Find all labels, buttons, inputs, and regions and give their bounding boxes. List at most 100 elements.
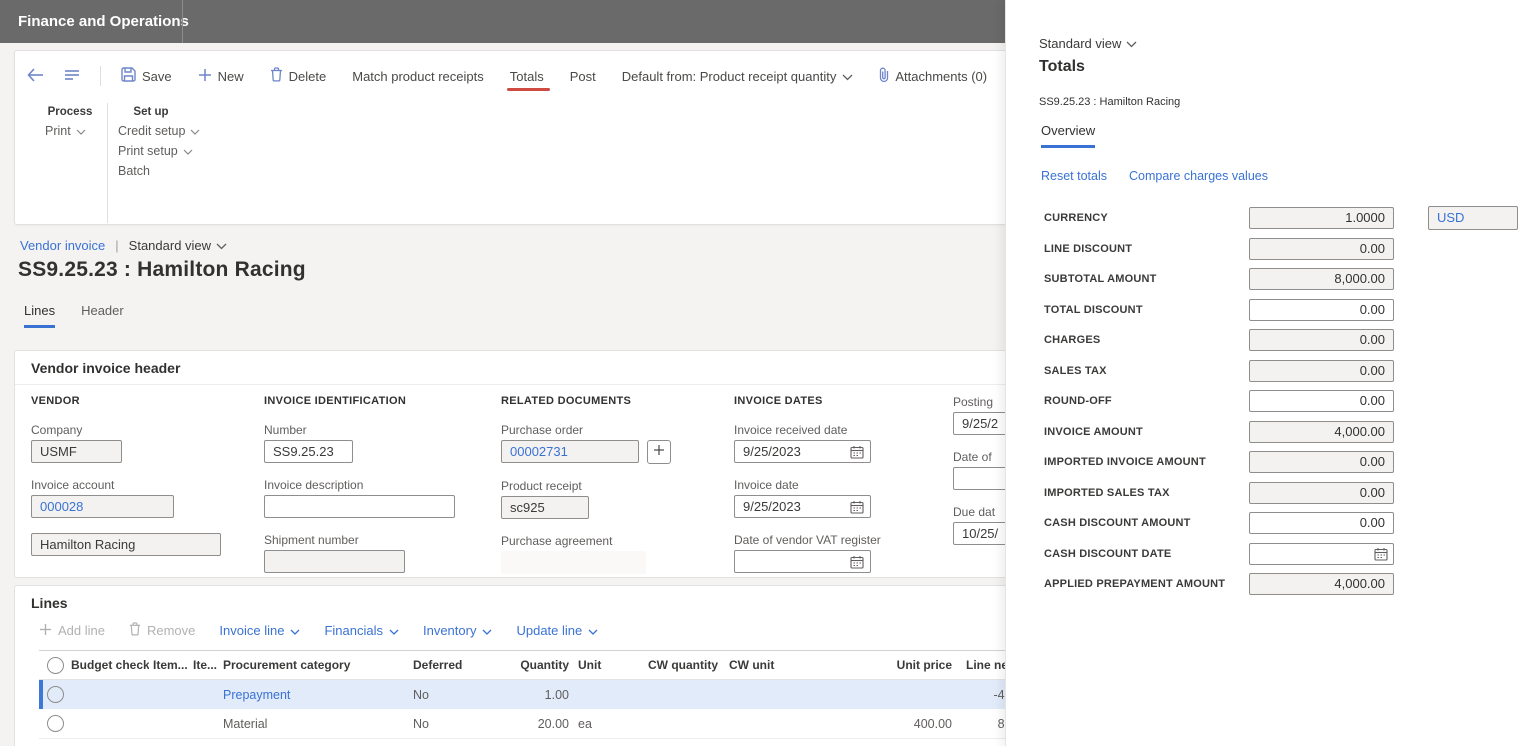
- cell-deferred: No: [413, 716, 429, 731]
- col-procurement-category[interactable]: Procurement category: [219, 658, 409, 672]
- calendar-icon[interactable]: [850, 444, 864, 465]
- calendar-icon[interactable]: [850, 554, 864, 575]
- collapse-pane-button[interactable]: [64, 69, 80, 84]
- purchase-order-label: Purchase order: [501, 423, 584, 437]
- total-discount-label: TOTAL DISCOUNT: [1044, 303, 1143, 316]
- cash-discount-date-field[interactable]: [1249, 542, 1394, 567]
- purchase-agreement-field: [501, 551, 646, 574]
- attachments-button[interactable]: Attachments (0): [879, 67, 987, 86]
- field-row-cash-discount-date: CASH DISCOUNT DATE: [1044, 542, 1514, 567]
- vendor-group-header: VENDOR: [31, 395, 80, 407]
- totals-button[interactable]: Totals: [506, 69, 550, 91]
- panel-view-selector[interactable]: Standard view: [1039, 36, 1137, 51]
- col-item[interactable]: Item...: [149, 658, 189, 672]
- new-label: New: [217, 68, 244, 84]
- credit-setup-menu[interactable]: Credit setup: [118, 124, 200, 138]
- cell-unit-price: 400.00: [913, 716, 952, 731]
- match-product-receipts-button[interactable]: Match product receipts: [352, 69, 484, 84]
- col-quantity[interactable]: Quantity: [509, 658, 571, 672]
- cell-procurement-category[interactable]: Material: [219, 717, 409, 731]
- cash-discount-amount-label: CASH DISCOUNT AMOUNT: [1044, 517, 1191, 529]
- col-cw-unit[interactable]: CW unit: [720, 658, 791, 672]
- select-all-radio[interactable]: [39, 656, 67, 674]
- panel-view-selector-label: Standard view: [1039, 36, 1122, 51]
- invoice-received-date-label: Invoice received date: [734, 423, 848, 437]
- row-radio[interactable]: [39, 715, 67, 732]
- calendar-icon[interactable]: [850, 499, 864, 520]
- default-from-menu[interactable]: Default from: Product receipt quantity: [622, 69, 854, 84]
- batch-menu[interactable]: Batch: [118, 164, 150, 178]
- chevron-down-icon: [76, 124, 86, 138]
- topbar-divider: [182, 0, 183, 43]
- field-row-cash-discount-amount: CASH DISCOUNT AMOUNT 0.00: [1044, 512, 1514, 534]
- back-button[interactable]: [27, 67, 44, 85]
- radio-icon: [47, 656, 64, 674]
- delete-button[interactable]: Delete: [270, 67, 326, 85]
- page-title: SS9.25.23 : Hamilton Racing: [18, 258, 306, 281]
- tab-lines[interactable]: Lines: [24, 303, 56, 328]
- invoice-account-field[interactable]: 000028: [31, 495, 174, 518]
- subtotal-amount-field: 8,000.00: [1249, 268, 1394, 290]
- currency-code-link[interactable]: USD: [1437, 210, 1464, 225]
- chevron-down-icon: [482, 623, 492, 638]
- remove-line-button[interactable]: Remove: [129, 622, 195, 639]
- trash-icon: [270, 67, 283, 85]
- invoice-date-field[interactable]: 9/25/2023: [734, 495, 871, 518]
- field-row-invoice-amount: INVOICE AMOUNT 4,000.00: [1044, 420, 1514, 443]
- field-row-applied-prepayment-amount: APPLIED PREPAYMENT AMOUNT 4,000.00: [1044, 573, 1514, 595]
- plus-icon: [198, 68, 212, 85]
- invoice-account-label: Invoice account: [31, 478, 115, 492]
- col-unit-price[interactable]: Unit price: [791, 658, 954, 672]
- add-line-button[interactable]: Add line: [39, 623, 105, 639]
- imported-sales-tax-label: IMPORTED SALES TAX: [1044, 486, 1170, 499]
- pane-menu-icon: [64, 69, 80, 84]
- panel-title: Totals: [1039, 58, 1085, 75]
- vat-register-date-field[interactable]: [734, 550, 871, 573]
- invoice-received-date-field[interactable]: 9/25/2023: [734, 440, 871, 463]
- invoice-line-menu[interactable]: Invoice line: [219, 623, 300, 638]
- view-selector[interactable]: Standard view: [129, 238, 227, 253]
- cell-deferred: No: [413, 687, 429, 702]
- col-budget-check[interactable]: Budget check r...: [67, 658, 149, 672]
- field-row-sales-tax: SALES TAX 0.00: [1044, 359, 1514, 382]
- field-row-total-discount: TOTAL DISCOUNT 0.00: [1044, 298, 1514, 321]
- save-button[interactable]: Save: [121, 67, 172, 85]
- new-button[interactable]: New: [198, 68, 244, 85]
- add-purchase-order-button[interactable]: [647, 440, 671, 464]
- field-row-charges: CHARGES 0.00: [1044, 329, 1514, 351]
- col-deferred[interactable]: Deferred: [409, 658, 509, 672]
- tab-header[interactable]: Header: [81, 303, 124, 328]
- col-cw-quantity[interactable]: CW quantity: [641, 658, 720, 672]
- total-discount-field[interactable]: 0.00: [1249, 298, 1394, 321]
- print-setup-menu[interactable]: Print setup: [118, 144, 193, 158]
- field-row-round-off: ROUND-OFF 0.00: [1044, 390, 1514, 412]
- vat-register-date-label: Date of vendor VAT register: [734, 533, 881, 547]
- tab-overview[interactable]: Overview: [1041, 123, 1096, 148]
- radio-icon: [47, 715, 64, 732]
- col-unit[interactable]: Unit: [571, 658, 641, 672]
- calendar-icon[interactable]: [1374, 547, 1388, 567]
- number-field[interactable]: SS9.25.23: [264, 440, 353, 463]
- red-underline-annotation: [506, 87, 550, 91]
- financials-line-menu[interactable]: Financials: [324, 623, 399, 638]
- vendor-field-group: VENDOR Company USMF Invoice account 0000…: [31, 395, 221, 571]
- cell-procurement-category[interactable]: Prepayment: [219, 688, 409, 702]
- inventory-menu[interactable]: Inventory: [423, 623, 492, 638]
- charges-label: CHARGES: [1044, 334, 1101, 346]
- subtotal-amount-label: SUBTOTAL AMOUNT: [1044, 273, 1157, 285]
- invoice-description-field[interactable]: [264, 495, 455, 518]
- purchase-order-field[interactable]: 00002731: [501, 440, 639, 463]
- trash-icon: [129, 622, 141, 639]
- round-off-field[interactable]: 0.00: [1249, 390, 1394, 412]
- reset-totals-link[interactable]: Reset totals: [1041, 169, 1107, 183]
- col-ite[interactable]: Ite...: [189, 658, 219, 672]
- compare-charges-values-link[interactable]: Compare charges values: [1129, 169, 1268, 183]
- cash-discount-amount-field[interactable]: 0.00: [1249, 512, 1394, 534]
- invoice-amount-label: INVOICE AMOUNT: [1044, 425, 1143, 438]
- breadcrumb-vendor-invoice-link[interactable]: Vendor invoice: [20, 238, 105, 253]
- print-menu[interactable]: Print: [45, 124, 86, 138]
- update-line-menu[interactable]: Update line: [516, 623, 598, 638]
- post-button[interactable]: Post: [570, 69, 596, 84]
- row-radio[interactable]: [39, 686, 67, 703]
- field-row-imported-sales-tax: IMPORTED SALES TAX 0.00: [1044, 481, 1514, 504]
